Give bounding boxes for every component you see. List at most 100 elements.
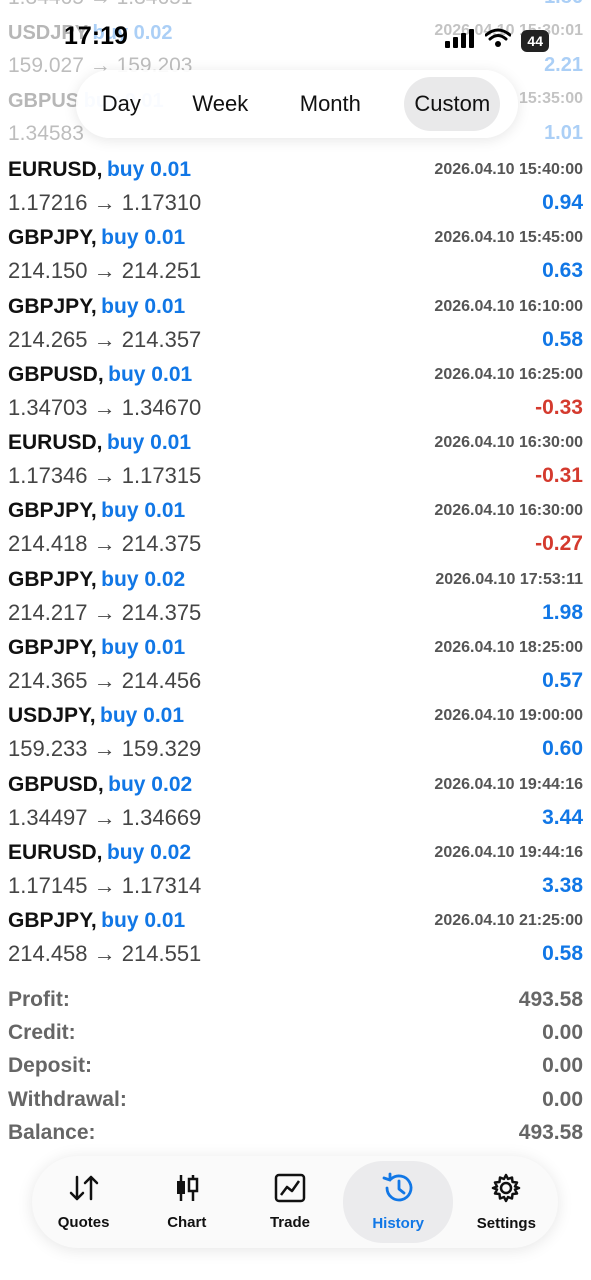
trade-type: buy 0.01 (100, 704, 185, 728)
summary-value: 0.00 (542, 1087, 583, 1111)
trade-symbol: GBPJPY, (8, 226, 97, 250)
ghost-price: 1.34465 → 1.34651 (8, 0, 193, 10)
tab-settings[interactable]: Settings (456, 1161, 556, 1243)
trade-prices: 159.233 → 159.329 (8, 736, 202, 762)
tab-history[interactable]: History (343, 1161, 454, 1243)
trade-row[interactable]: USDJPY, buy 0.01 2026.04.10 19:00:00 159.2… (0, 700, 591, 768)
open-price: 214.418 (8, 531, 88, 557)
trade-type: buy 0.02 (101, 567, 186, 591)
trade-date: 2026.04.10 16:30:00 (434, 502, 583, 520)
trade-type: buy 0.01 (101, 909, 186, 933)
ghost-profit: 2.21 (544, 54, 583, 76)
trade-date: 2026.04.10 16:30:00 (434, 434, 583, 452)
trade-date: 2026.04.10 21:25:00 (434, 912, 583, 930)
summary-label: Profit: (8, 987, 70, 1011)
close-price: 1.17314 (121, 872, 202, 898)
trade-prices: 1.34497 → 1.34669 (8, 804, 202, 830)
trade-symbol: GBPJPY, (8, 636, 97, 660)
trade-symbol: GBPUSD, (8, 362, 104, 386)
summary-label: Balance: (8, 1121, 96, 1145)
summary-row: Deposit: 0.00 (8, 1050, 583, 1083)
ghost-symbol: GBPUS (8, 90, 80, 112)
trade-symbol: EURUSD, (8, 431, 103, 455)
period-tab-week[interactable]: Week (184, 77, 256, 131)
ghost-price: 1.34583 (8, 122, 84, 145)
open-price: 1.17346 (8, 463, 88, 489)
trade-date: 2026.04.10 18:25:00 (434, 639, 583, 657)
trade-date: 2026.04.10 19:00:00 (434, 707, 583, 725)
period-tab-custom[interactable]: Custom (404, 77, 501, 131)
trade-symbol: EURUSD, (8, 158, 103, 181)
trade-date: 2026.04.10 19:44:16 (434, 775, 583, 793)
trade-prices: 1.17216 → 1.17310 (8, 190, 202, 215)
tab-chart[interactable]: Chart (137, 1161, 237, 1243)
close-price: 214.251 (121, 258, 202, 284)
open-price: 1.34497 (8, 804, 88, 830)
ghost-date: 15:35:00 (518, 90, 583, 107)
trade-symbol: GBPJPY, (8, 294, 97, 318)
trade-prices: 214.217 → 214.375 (8, 599, 202, 625)
trade-date: 2026.04.10 16:25:00 (434, 365, 583, 383)
trade-profit: 0.63 (542, 259, 583, 283)
tab-label: Trade (269, 1214, 310, 1231)
trade-row[interactable]: GBPJPY, buy 0.01 2026.04.10 21:25:00 214.4… (0, 905, 591, 973)
wifi-icon (484, 28, 512, 53)
summary-row: Balance: 493.58 (8, 1117, 583, 1150)
trade-row[interactable]: EURUSD, buy 0.01 2026.04.10 16:30:00 1.173… (0, 427, 591, 495)
close-price: 1.34669 (121, 804, 202, 830)
close-price: 214.357 (121, 326, 202, 352)
open-price: 1.34703 (8, 394, 88, 420)
trade-row[interactable]: EURUSD, buy 0.01 2026.04.10 15:40:00 1.172… (0, 154, 591, 222)
trade-symbol: GBPJPY, (8, 909, 97, 933)
trade-date: 2026.04.10 15:45:00 (434, 229, 583, 247)
close-price: 1.34670 (121, 394, 202, 420)
close-price: 214.551 (121, 941, 202, 967)
trade-type: buy 0.01 (101, 636, 186, 660)
status-time: 17:19 (64, 22, 128, 50)
tab-label: Settings (476, 1215, 536, 1232)
trade-profit: 0.58 (542, 942, 583, 966)
tab-trade[interactable]: Trade (240, 1161, 340, 1243)
open-price: 1.17145 (8, 872, 88, 898)
trade-symbol: USDJPY, (8, 704, 96, 728)
trade-date: 2026.04.10 16:10:00 (434, 297, 583, 315)
open-price: 214.365 (8, 668, 88, 694)
chart-icon (172, 1173, 202, 1208)
gear-icon (490, 1172, 522, 1209)
period-tab-month[interactable]: Month (292, 77, 369, 131)
trade-type: buy 0.01 (101, 294, 186, 318)
open-price: 159.233 (8, 736, 88, 762)
trade-symbol: EURUSD, (8, 840, 103, 864)
bottom-tab-bar: Quotes Chart Trade History Settings (32, 1156, 558, 1248)
trade-prices: 214.150 → 214.251 (8, 258, 202, 284)
trade-row[interactable]: GBPJPY, buy 0.01 2026.04.10 16:30:00 214.4… (0, 495, 591, 563)
trade-row[interactable]: EURUSD, buy 0.02 2026.04.10 19:44:16 1.171… (0, 837, 591, 905)
trade-type: buy 0.02 (106, 840, 192, 864)
open-price: 214.150 (8, 258, 88, 284)
trade-row[interactable]: GBPJPY, buy 0.01 2026.04.10 16:10:00 214.2… (0, 291, 591, 359)
trade-symbol: GBPJPY, (8, 567, 97, 591)
close-price: 1.17315 (121, 463, 202, 489)
trade-row[interactable]: GBPJPY, buy 0.02 2026.04.10 17:53:11 214.2… (0, 564, 591, 632)
trade-type: buy 0.01 (101, 499, 186, 523)
trade-profit: 0.94 (542, 191, 583, 214)
summary-label: Withdrawal: (8, 1087, 127, 1111)
period-tab-day[interactable]: Day (94, 77, 149, 131)
close-price: 214.456 (121, 668, 202, 694)
trade-row[interactable]: GBPUSD, buy 0.02 2026.04.10 19:44:16 1.344… (0, 769, 591, 837)
summary-row: Profit: 493.58 (8, 983, 583, 1016)
close-price: 214.375 (121, 531, 202, 557)
open-price: 1.17216 (8, 190, 88, 215)
trade-row[interactable]: GBPJPY, buy 0.01 2026.04.10 15:45:00 214.1… (0, 222, 591, 290)
summary-label: Credit: (8, 1021, 76, 1045)
trade-row[interactable]: GBPUSD, buy 0.01 2026.04.10 16:25:00 1.347… (0, 359, 591, 427)
trade-date: 2026.04.10 19:44:16 (434, 843, 583, 861)
close-price: 159.329 (121, 736, 202, 762)
tab-quotes[interactable]: Quotes (34, 1161, 134, 1243)
history-icon (381, 1172, 415, 1209)
trade-date: 2026.04.10 17:53:11 (435, 570, 583, 588)
trade-profit: 1.98 (542, 600, 583, 624)
trade-row[interactable]: GBPJPY, buy 0.01 2026.04.10 18:25:00 214.3… (0, 632, 591, 700)
open-price: 214.217 (8, 599, 88, 625)
trade-prices: 214.265 → 214.357 (8, 326, 202, 352)
